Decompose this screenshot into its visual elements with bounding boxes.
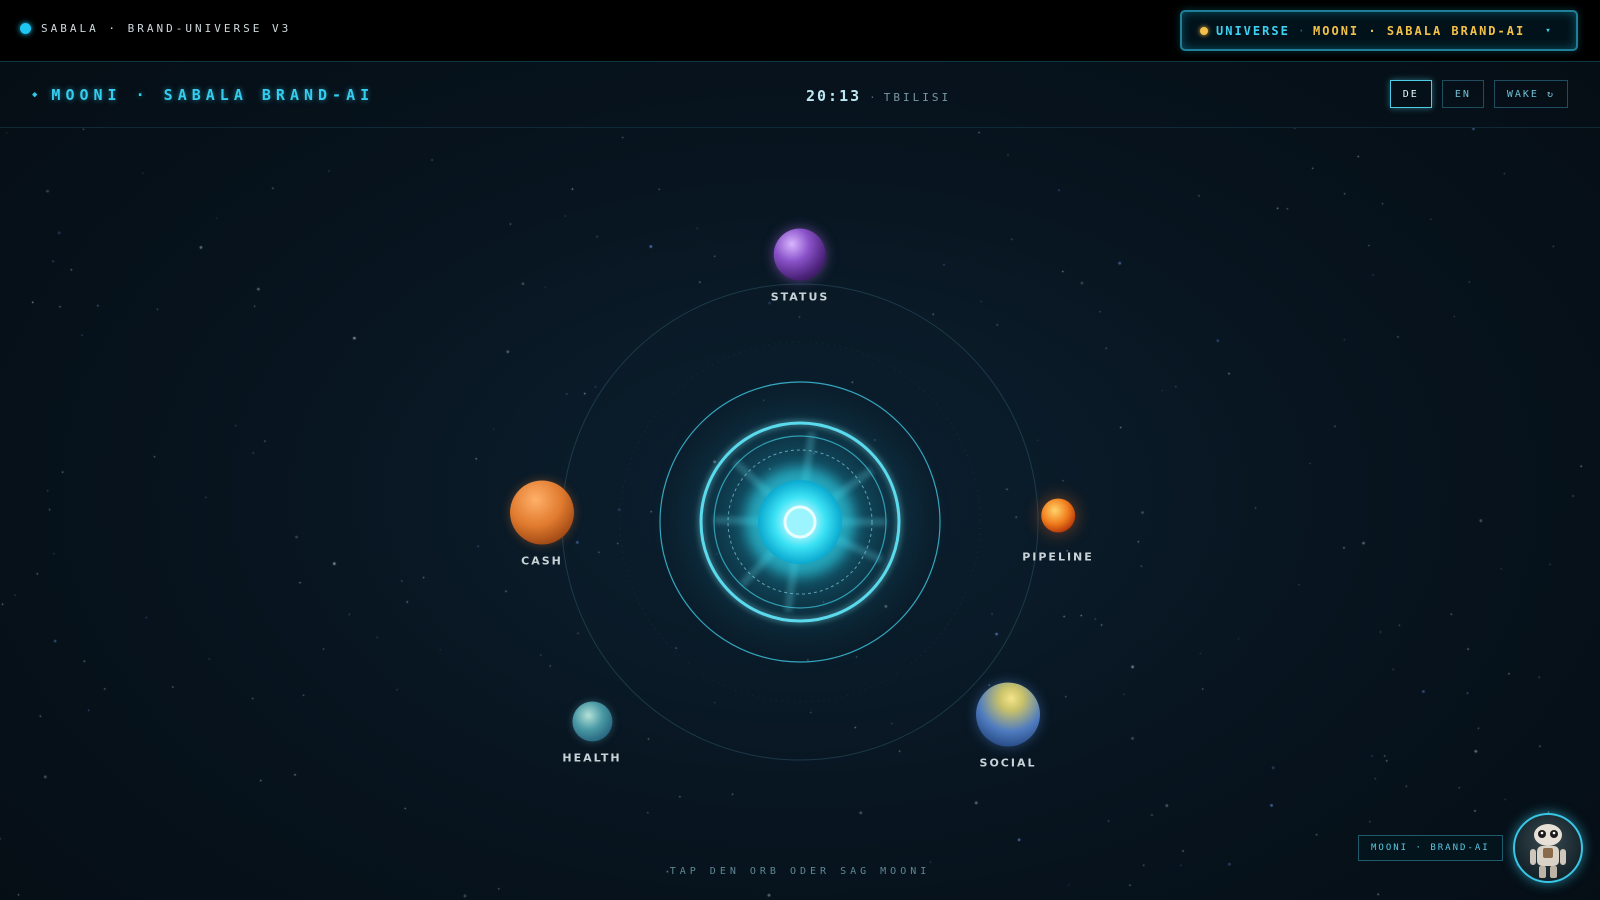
planet-health[interactable]: HEALTH: [562, 701, 622, 765]
selector-separator: ·: [1297, 23, 1306, 38]
diamond-icon: ◆: [32, 90, 38, 100]
language-de-button[interactable]: DE: [1389, 80, 1432, 108]
social-planet-icon: [976, 682, 1040, 747]
status-planet-icon: [774, 228, 826, 281]
clock: 20:13 · TBILISI: [806, 87, 951, 105]
health-planet-icon: [571, 701, 612, 742]
header-actions: DE EN WAKE ↻: [1389, 80, 1568, 108]
planet-status-label: STATUS: [770, 290, 830, 304]
language-en-button[interactable]: EN: [1441, 80, 1484, 108]
system-bar: SABALA · BRAND-UNIVERSE V3 UNIVERSE · MO…: [0, 0, 1600, 62]
robot-avatar-graphic: [1530, 824, 1566, 878]
clock-separator: ·: [869, 91, 876, 104]
clock-time: 20:13: [806, 87, 862, 105]
wake-button[interactable]: WAKE ↻: [1493, 80, 1568, 108]
header: ◆ MOONI · SABALA BRAND-AI 20:13 · TBILIS…: [0, 62, 1600, 128]
mooni-orb[interactable]: [730, 460, 870, 600]
amber-dot-icon: [1200, 26, 1208, 35]
universe-selector[interactable]: UNIVERSE · MOONI · SABALA BRAND-AI ▾: [1180, 10, 1578, 51]
page-title: ◆ MOONI · SABALA BRAND-AI: [32, 86, 374, 104]
planet-cash-label: CASH: [521, 554, 563, 568]
system-brand-label: SABALA · BRAND-UNIVERSE V3: [41, 22, 292, 35]
planet-cash[interactable]: CASH: [510, 480, 574, 568]
greeting-headline: [0, 884, 1600, 900]
pipeline-planet-icon: [1041, 498, 1075, 533]
planet-status[interactable]: STATUS: [770, 228, 830, 304]
robot-avatar-icon[interactable]: [1513, 813, 1583, 883]
planet-social-label: SOCIAL: [979, 756, 1037, 770]
planet-pipeline-label: PIPELINE: [1022, 550, 1094, 564]
system-brand: SABALA · BRAND-UNIVERSE V3: [20, 22, 291, 35]
orb-hint: TAP DEN ORB ODER SAG MOONI: [669, 866, 931, 877]
planet-health-label: HEALTH: [562, 751, 622, 765]
page-title-text: MOONI · SABALA BRAND-AI: [51, 86, 375, 104]
cash-planet-icon: [510, 480, 574, 545]
planet-social[interactable]: SOCIAL: [976, 682, 1040, 770]
selector-universe-label: UNIVERSE: [1216, 23, 1290, 38]
planet-pipeline[interactable]: PIPELINE: [1022, 485, 1094, 564]
live-dot-icon: [20, 23, 31, 34]
chevron-down-icon[interactable]: ▾: [1545, 26, 1550, 36]
selector-value: MOONI · SABALA BRAND-AI: [1313, 23, 1526, 38]
mooni-badge[interactable]: MOONI · BRAND-AI: [1358, 835, 1503, 861]
clock-city: TBILISI: [883, 91, 952, 104]
